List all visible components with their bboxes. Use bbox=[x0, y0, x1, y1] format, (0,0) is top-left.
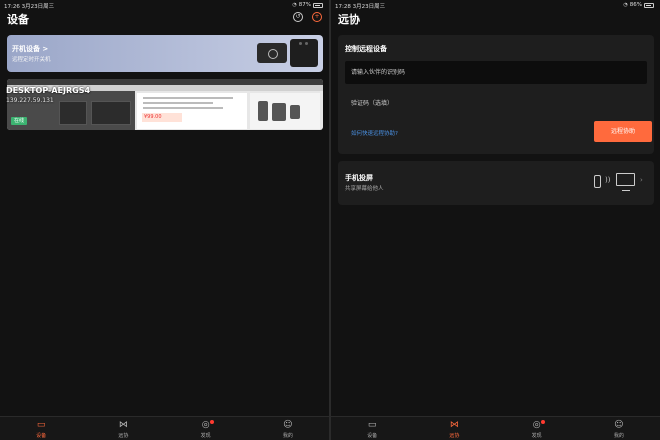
verification-code-input[interactable]: 验证码（选填） bbox=[345, 92, 647, 115]
device-ip: 139.227.59.131 bbox=[6, 97, 54, 104]
preview-product-panel bbox=[250, 93, 320, 129]
help-link[interactable]: 如何快速远程协助? bbox=[351, 129, 398, 137]
tab-remote[interactable]: ⋈ 远协 bbox=[413, 417, 495, 440]
preview-price-tag: ¥99.00 bbox=[142, 113, 182, 122]
wifi-icon: ◔ bbox=[623, 2, 628, 8]
page-title: 远协 bbox=[338, 13, 360, 26]
notification-dot bbox=[209, 420, 214, 424]
remote-icon: ⋈ bbox=[118, 420, 128, 430]
tab-bar: ▭ 设备 ⋈ 远协 ◎ 发现 ☺ 我的 bbox=[0, 416, 329, 440]
battery-percent: 87% bbox=[298, 2, 311, 8]
battery-icon bbox=[313, 2, 323, 8]
remote-assist-button[interactable]: 远程协助 bbox=[594, 121, 652, 142]
status-battery: ◔ 87% bbox=[292, 2, 323, 8]
status-badge: 在线 bbox=[11, 117, 28, 125]
power-card-title: 开机设备 > bbox=[12, 45, 49, 53]
status-bar: 17:28 3月23日周三 ◔ 86% bbox=[331, 0, 660, 10]
monitor-icon: ▭ bbox=[367, 420, 377, 430]
add-device-icon[interactable]: + bbox=[312, 12, 322, 22]
power-card-subtitle: 远程定时开关机 bbox=[12, 57, 51, 63]
tab-profile[interactable]: ☺ 我的 bbox=[247, 417, 329, 440]
status-time: 17:26 3月23日周三 bbox=[4, 4, 55, 10]
remote-icon: ⋈ bbox=[449, 420, 459, 430]
screen-cast-subtitle: 共享屏幕给他人 bbox=[345, 186, 384, 192]
tab-profile[interactable]: ☺ 我的 bbox=[578, 417, 660, 440]
screen-cast-card[interactable]: 手机投屏 共享屏幕给他人 )) › bbox=[338, 161, 654, 205]
battery-icon bbox=[644, 2, 654, 8]
monitor-icon bbox=[616, 173, 635, 191]
tab-devices[interactable]: ▭ 设备 bbox=[0, 417, 82, 440]
screen-cast-title: 手机投屏 bbox=[345, 174, 373, 182]
chevron-right-icon: › bbox=[640, 176, 643, 184]
status-time: 17:28 3月23日周三 bbox=[335, 4, 386, 10]
tab-discover[interactable]: ◎ 发现 bbox=[496, 417, 578, 440]
devices-pane: 17:26 3月23日周三 ◔ 87% 设备 ↺ + 开机设备 > 远程定时开关… bbox=[0, 0, 329, 440]
tab-devices[interactable]: ▭ 设备 bbox=[331, 417, 413, 440]
preview-thumbnail bbox=[59, 101, 87, 125]
profile-icon: ☺ bbox=[614, 420, 624, 430]
battery-percent: 86% bbox=[629, 2, 642, 8]
preview-thumbnail bbox=[91, 101, 131, 125]
status-bar: 17:26 3月23日周三 ◔ 87% bbox=[0, 0, 329, 10]
remote-card-title: 控制远程设备 bbox=[345, 45, 387, 53]
preview-webpage bbox=[137, 93, 247, 129]
page-title: 设备 bbox=[7, 13, 29, 26]
history-icon[interactable]: ↺ bbox=[293, 12, 303, 22]
monitor-icon: ▭ bbox=[36, 420, 46, 430]
wifi-icon: ◔ bbox=[292, 2, 297, 8]
power-on-device-card[interactable]: 开机设备 > 远程定时开关机 bbox=[7, 35, 323, 72]
signal-icon: )) bbox=[605, 176, 611, 184]
profile-icon: ☺ bbox=[283, 420, 293, 430]
tab-bar: ▭ 设备 ⋈ 远协 ◎ 发现 ☺ 我的 bbox=[331, 416, 660, 440]
tab-discover[interactable]: ◎ 发现 bbox=[165, 417, 247, 440]
remote-control-card: 控制远程设备 请输入伙伴的识别码 验证码（选填） 如何快速远程协助? 远程协助 bbox=[338, 35, 654, 154]
remote-assist-pane: 17:28 3月23日周三 ◔ 86% 远协 控制远程设备 请输入伙伴的识别码 … bbox=[331, 0, 660, 440]
device-name: DESKTOP-AEJRGS4 bbox=[6, 86, 91, 95]
smart-socket-image bbox=[290, 39, 318, 67]
partner-id-input[interactable]: 请输入伙伴的识别码 bbox=[345, 61, 647, 84]
phone-icon bbox=[594, 175, 601, 188]
tab-remote[interactable]: ⋈ 远协 bbox=[82, 417, 164, 440]
notification-dot bbox=[540, 420, 545, 424]
smart-plug-image bbox=[257, 43, 287, 63]
status-battery: ◔ 86% bbox=[623, 2, 654, 8]
